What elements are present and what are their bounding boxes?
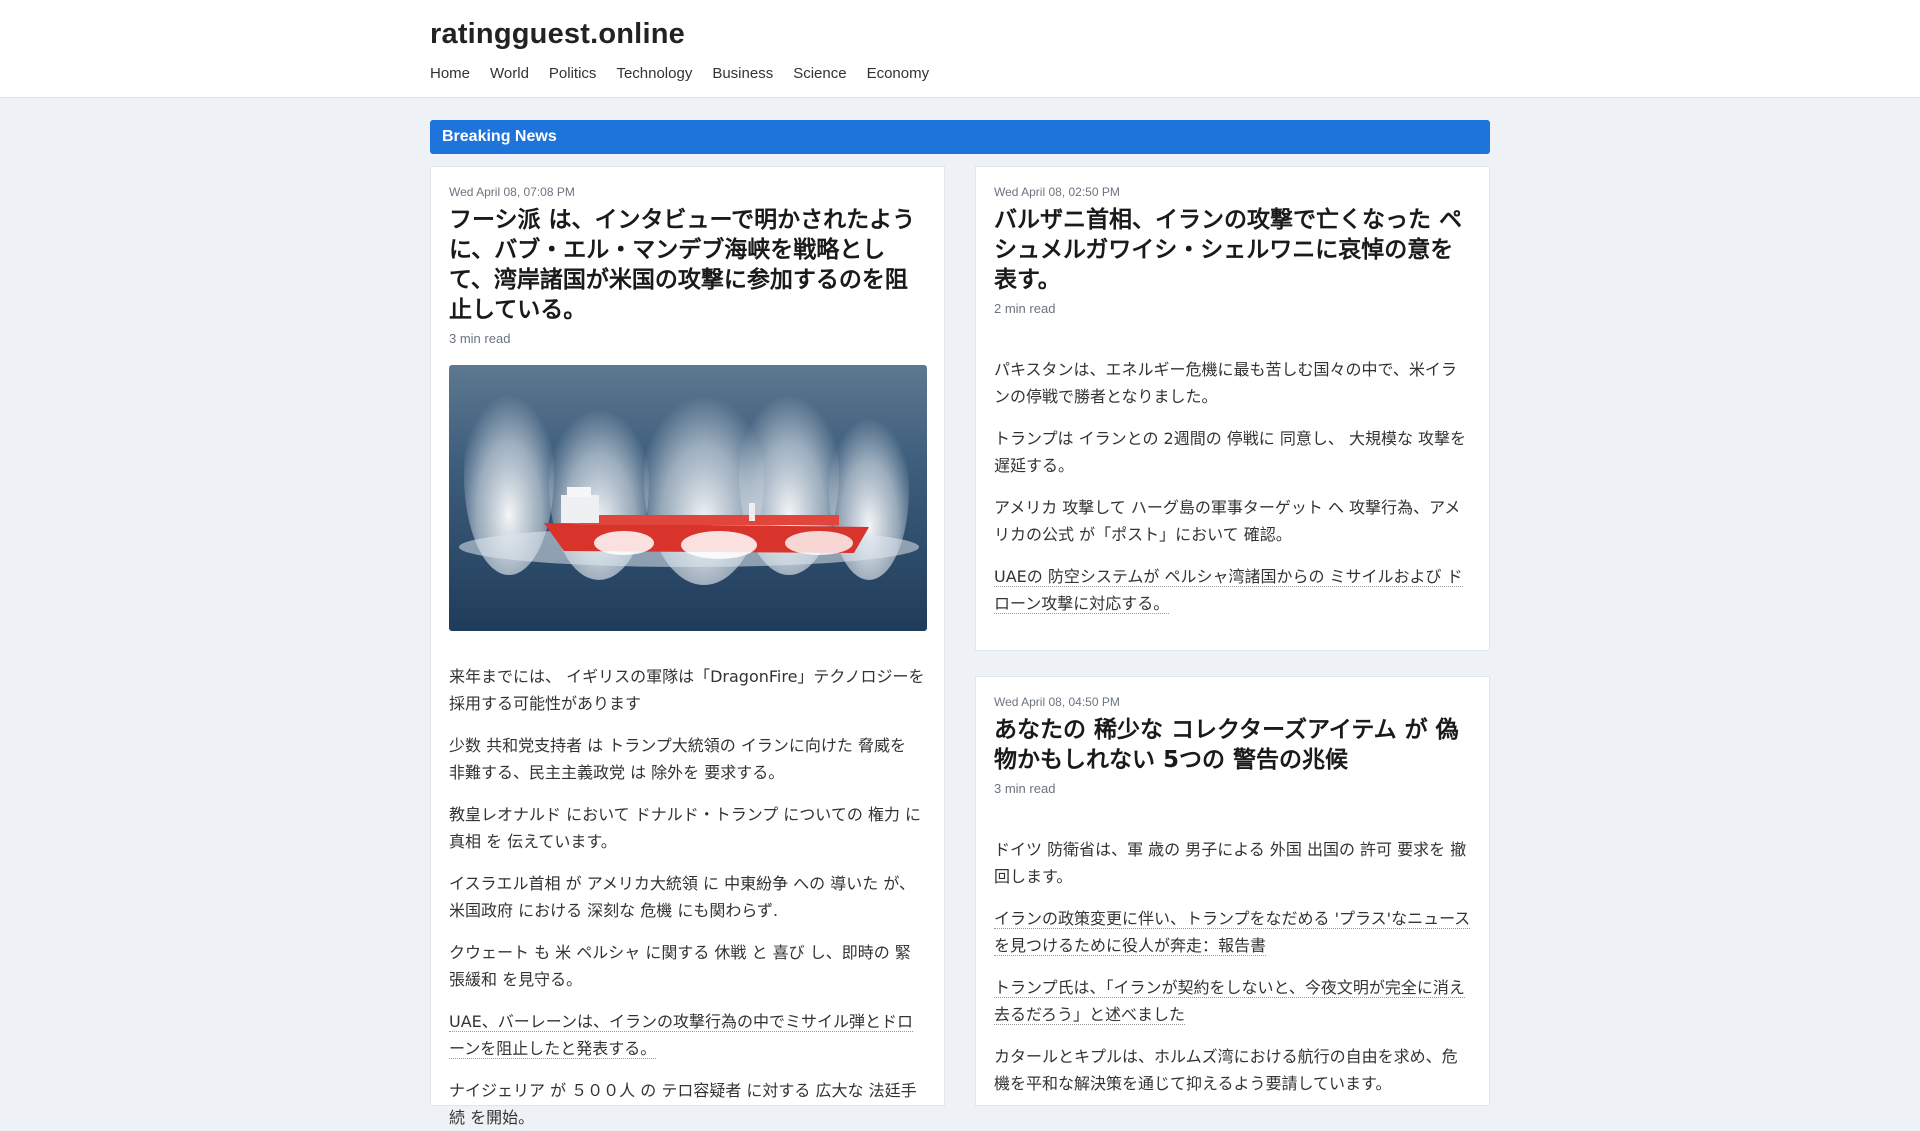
- related-link[interactable]: トランプは イランとの 2週間の 停戦に 同意し、 大規模な 攻撃を 遅延する。: [994, 425, 1471, 479]
- site-title-link[interactable]: ratingguest.online: [430, 18, 929, 51]
- card-title-link[interactable]: フーシ派 は、インタビューで明かされたように、バブ・エル・マンデブ海峡を戦略とし…: [449, 205, 926, 325]
- splash-1: [594, 531, 654, 555]
- main-nav: Home World Politics Technology Business …: [430, 65, 929, 82]
- related-link[interactable]: ドイツ 防衛省は、軍 歳の 男子による 外国 出国の 許可 要求を 撤回します。: [994, 836, 1471, 890]
- related-link[interactable]: パキスタンは、エネルギー危機に最も苦しむ国々の中で、米イランの停戦で勝者となりま…: [994, 356, 1471, 410]
- related-list: ドイツ 防衛省は、軍 歳の 男子による 外国 出国の 許可 要求を 撤回します。…: [994, 836, 1471, 1097]
- card-date: Wed April 08, 02:50 PM: [994, 185, 1120, 199]
- related-link-wrap: UAE、バーレーンは、イランの攻撃行為の中でミサイル弾とドローンを阻止したと発表…: [449, 1008, 926, 1062]
- related-link[interactable]: クウェート も 米 ペルシャ に関する 休戦 と 喜び し、即時の 緊張緩和 を…: [449, 939, 926, 993]
- ship-deck-red: [579, 515, 839, 525]
- related-link[interactable]: 少数 共和党支持者 は トランプ大統領の イランに向けた 脅威を 非難する、民主…: [449, 732, 926, 786]
- related-link[interactable]: イランの政策変更に伴い、トランプをなだめる 'プラス'なニュースを見つけるために…: [994, 909, 1471, 956]
- nav-politics[interactable]: Politics: [549, 65, 597, 82]
- related-link[interactable]: UAEの 防空システムが ペルシャ湾諸国からの ミサイルおよび ドローン攻撃に対…: [994, 567, 1463, 614]
- splash-3: [785, 531, 853, 555]
- related-list: パキスタンは、エネルギー危機に最も苦しむ国々の中で、米イランの停戦で勝者となりま…: [994, 356, 1471, 617]
- read-time: 2 min read: [994, 301, 1056, 316]
- related-link-wrap: UAEの 防空システムが ペルシャ湾諸国からの ミサイルおよび ドローン攻撃に対…: [994, 563, 1471, 617]
- related-link[interactable]: アメリカ 攻撃して ハーグ島の軍事ターゲット へ 攻撃行為、アメリカの公式 が「…: [994, 494, 1471, 548]
- site-header: ratingguest.online Home World Politics T…: [0, 0, 1920, 98]
- related-link-wrap: トランプ氏は、「イランが契約をしないと、今夜文明が完全に消え去るだろう」と述べま…: [994, 974, 1471, 1028]
- card-date: Wed April 08, 07:08 PM: [449, 185, 575, 199]
- related-link[interactable]: イスラエル首相 が アメリカ大統領 に 中東紛争 への 導いた が、米国政府 に…: [449, 870, 926, 924]
- related-link-wrap: イランの政策変更に伴い、トランプをなだめる 'プラス'なニュースを見つけるために…: [994, 905, 1471, 959]
- ship-bridge: [561, 495, 599, 523]
- article-image[interactable]: [449, 365, 927, 631]
- card-title-link[interactable]: あなたの 稀少な コレクターズアイテム が 偽物かもしれない 5つの 警告の兆候: [994, 715, 1471, 775]
- card-title-link[interactable]: バルザニ首相、イランの攻撃で亡くなった ペシュメルガワイシ・シェルワニに哀悼の意…: [994, 205, 1471, 295]
- nav-business[interactable]: Business: [712, 65, 773, 82]
- header-inner: ratingguest.online Home World Politics T…: [430, 18, 929, 82]
- related-link[interactable]: トランプ氏は、「イランが契約をしないと、今夜文明が完全に消え去るだろう」と述べま…: [994, 978, 1465, 1025]
- nav-world[interactable]: World: [490, 65, 529, 82]
- related-list: 来年までには、 イギリスの軍隊は「DragonFire」テクノロジーを採用する可…: [449, 663, 926, 1131]
- news-card-left: Wed April 08, 07:08 PM フーシ派 は、インタビューで明かさ…: [430, 166, 945, 1127]
- read-time: 3 min read: [449, 331, 511, 346]
- ship-crane: [749, 503, 755, 521]
- splash-2: [681, 531, 757, 559]
- news-card-right-top: Wed April 08, 02:50 PM バルザニ首相、イランの攻撃で亡くな…: [975, 166, 1490, 651]
- related-link[interactable]: ナイジェリア が ５００人 の テロ容疑者 に対する 広大な 法廷手続 を開始。: [449, 1077, 926, 1131]
- news-card-right-bottom: Wed April 08, 04:50 PM あなたの 稀少な コレクターズアイ…: [975, 676, 1490, 1106]
- nav-home[interactable]: Home: [430, 65, 470, 82]
- related-link[interactable]: 教皇レオナルド において ドナルド・トランプ についての 権力 に 真相 を 伝…: [449, 801, 926, 855]
- related-link[interactable]: カタールとキプルは、ホルムズ湾における航行の自由を求め、危機を平和な解決策を通じ…: [994, 1043, 1471, 1097]
- nav-economy[interactable]: Economy: [867, 65, 930, 82]
- nav-science[interactable]: Science: [793, 65, 846, 82]
- ship-bridge-top: [567, 487, 591, 497]
- read-time: 3 min read: [994, 781, 1056, 796]
- related-link[interactable]: UAE、バーレーンは、イランの攻撃行為の中でミサイル弾とドローンを阻止したと発表…: [449, 1012, 913, 1059]
- nav-technology[interactable]: Technology: [616, 65, 692, 82]
- breaking-news-banner: Breaking News: [430, 120, 1490, 154]
- card-date: Wed April 08, 04:50 PM: [994, 695, 1120, 709]
- related-link[interactable]: 来年までには、 イギリスの軍隊は「DragonFire」テクノロジーを採用する可…: [449, 663, 926, 717]
